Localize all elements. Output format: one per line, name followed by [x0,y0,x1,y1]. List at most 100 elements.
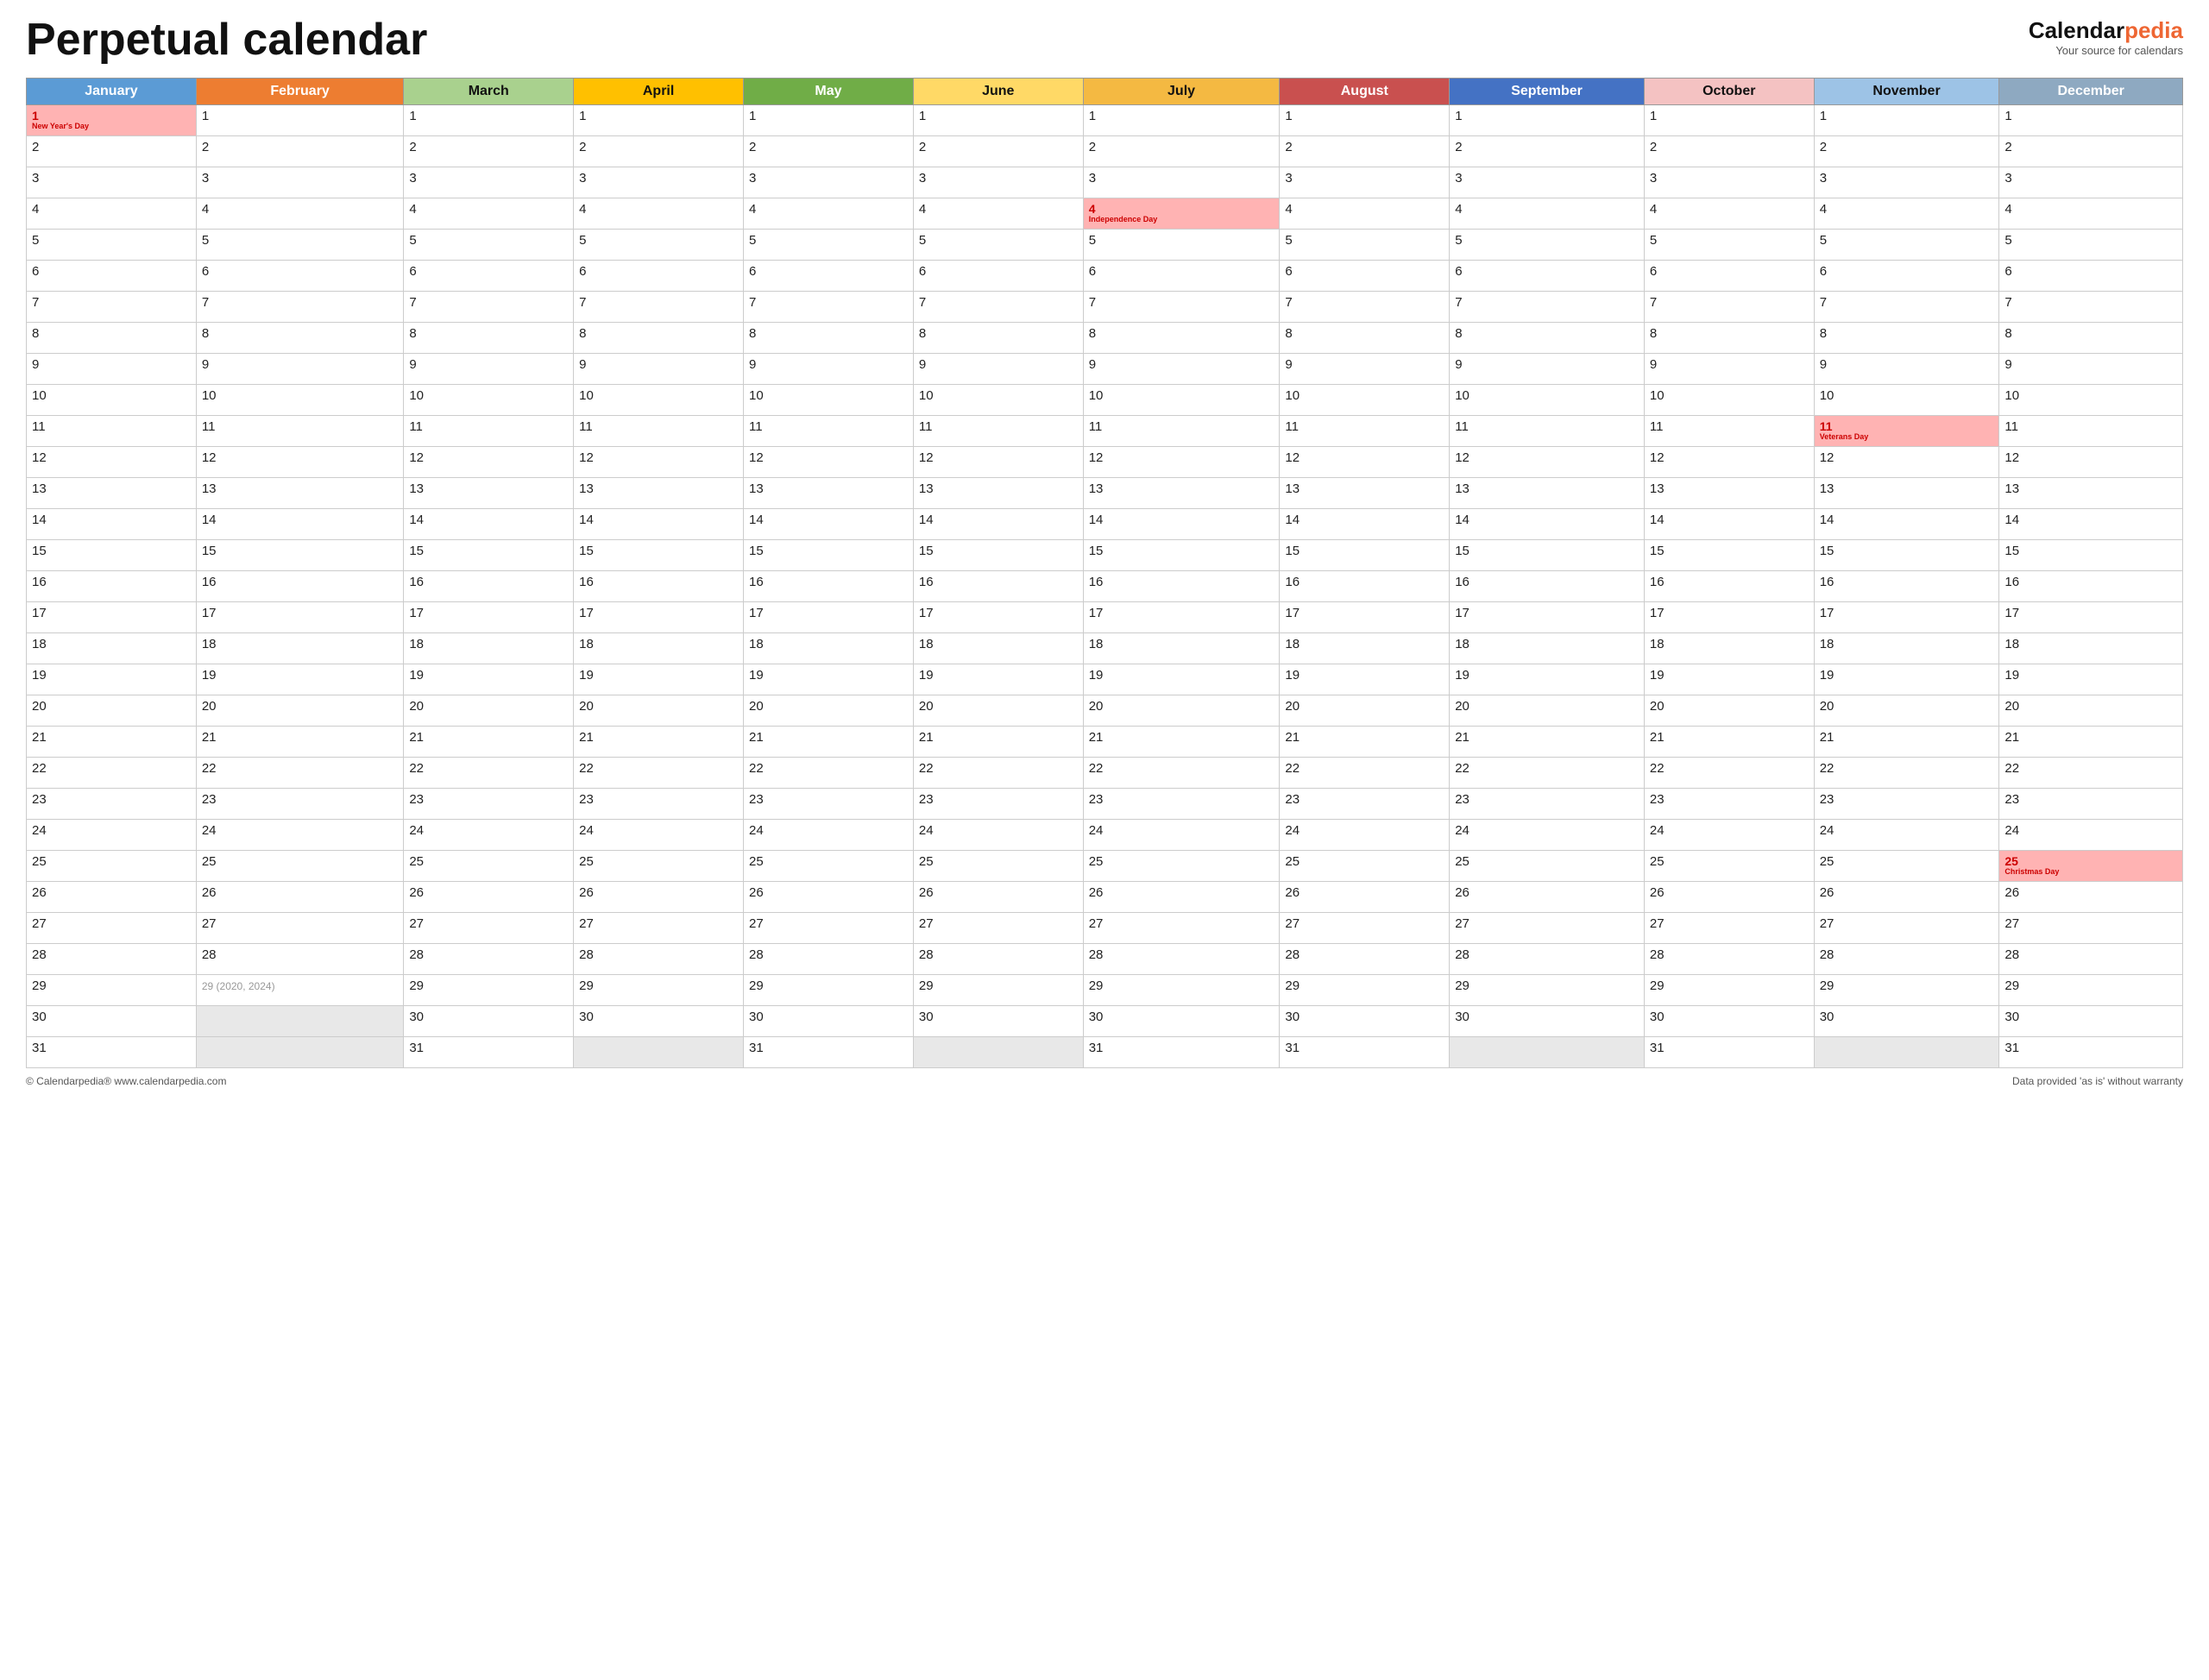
calendar-cell: 31 [744,1037,914,1068]
calendar-cell: 6 [1280,261,1450,292]
calendar-cell: 5 [1280,230,1450,261]
calendar-cell: 11 [1644,416,1814,447]
calendar-cell: 9 [913,354,1083,385]
calendar-cell: 19 [1644,664,1814,695]
calendar-cell: 20 [1450,695,1645,727]
day-number: 28 [1455,947,1470,962]
calendar-cell: 8 [1814,323,1999,354]
table-row: 252525252525252525252525 Christmas Day [27,851,2183,882]
calendar-cell: 17 [1644,602,1814,633]
day-number: 11 [409,419,423,434]
day-number: 19 [32,668,47,683]
day-number: 21 [202,730,217,745]
day-number: 3 [202,171,209,186]
calendar-cell: 19 [196,664,403,695]
day-number: 13 [919,481,934,496]
day-number: 31 [409,1041,424,1055]
calendar-cell: 11 [1999,416,2183,447]
calendar-cell: 7 [404,292,574,323]
day-number: 9 [579,357,586,372]
day-number: 15 [1650,544,1665,558]
calendar-cell: 6 [1999,261,2183,292]
day-number: 6 [579,264,586,279]
calendar-cell: 11 [1083,416,1280,447]
day-number: 10 [919,388,934,403]
calendar-cell: 11 [1450,416,1645,447]
month-header-march: March [404,79,574,105]
day-number: 5 [919,233,926,248]
calendar-cell: 11 [913,416,1083,447]
calendar-cell: 20 [1999,695,2183,727]
calendar-cell: 5 [1814,230,1999,261]
calendar-cell: 1 [1083,105,1280,136]
calendar-cell: 7 [1450,292,1645,323]
day-number: 24 [919,823,934,838]
holiday-cell: 4 Independence Day [1083,198,1280,230]
day-number: 21 [1285,730,1300,745]
calendar-cell: 26 [574,882,744,913]
day-number: 17 [409,606,424,620]
calendar-cell: 12 [404,447,574,478]
calendar-cell: 13 [744,478,914,509]
day-number: 6 [919,264,926,279]
calendar-cell: 21 [404,727,574,758]
calendar-cell: 13 [27,478,197,509]
calendar-cell: 12 [27,447,197,478]
day-number: 12 [2004,450,2019,465]
day-number: 16 [2004,575,2019,589]
day-number: 28 [1089,947,1104,962]
day-number: 29 [1455,978,1470,993]
day-number: 29 [32,978,47,993]
calendar-cell: 24 [1280,820,1450,851]
calendar-cell: 10 [404,385,574,416]
table-row: 141414141414141414141414 [27,509,2183,540]
day-number: 11 [202,419,216,434]
calendar-cell: 15 [404,540,574,571]
calendar-cell: 16 [1450,571,1645,602]
day-number: 10 [1285,388,1300,403]
day-number: 11 [749,419,763,434]
calendar-cell: 2 [196,136,403,167]
calendar-cell: 7 [1644,292,1814,323]
day-number: 14 [1089,513,1104,527]
calendar-cell: 31 [1644,1037,1814,1068]
day-number: 28 [579,947,594,962]
day-number: 5 [409,233,416,248]
day-number: 22 [1650,761,1665,776]
table-row: 121212121212121212121212 [27,447,2183,478]
calendar-cell: 13 [1644,478,1814,509]
day-number: 3 [1089,171,1096,186]
day-number: 23 [579,792,594,807]
day-number: 1 [749,109,756,123]
calendar-cell: 23 [913,789,1083,820]
day-number: 9 [1285,357,1292,372]
calendar-cell: 15 [1999,540,2183,571]
calendar-cell: 17 [1083,602,1280,633]
day-number: 8 [2004,326,2011,341]
calendar-cell: 1 [1450,105,1645,136]
calendar-cell: 3 [1450,167,1645,198]
day-number: 31 [749,1041,764,1055]
feb29-cell: 29 (2020, 2024) [202,980,275,992]
day-number: 16 [32,575,47,589]
day-number: 21 [749,730,764,745]
day-number: 17 [579,606,594,620]
calendar-cell: 3 [1280,167,1450,198]
day-number: 29 [919,978,934,993]
month-header-july: July [1083,79,1280,105]
calendar-cell: 23 [196,789,403,820]
calendar-cell: 23 [1814,789,1999,820]
day-number: 20 [1820,699,1835,714]
day-number: 31 [1089,1041,1104,1055]
calendar-cell: 24 [404,820,574,851]
day-number: 10 [1820,388,1835,403]
calendar-cell: 1 [1999,105,2183,136]
day-number: 2 [579,140,586,154]
day-number: 25 [1820,854,1835,869]
day-number: 4 [1820,202,1827,217]
day-number: 16 [579,575,594,589]
calendar-cell: 29 [1814,975,1999,1006]
calendar-cell: 16 [574,571,744,602]
calendar-cell: 14 [1280,509,1450,540]
day-number: 29 [749,978,764,993]
